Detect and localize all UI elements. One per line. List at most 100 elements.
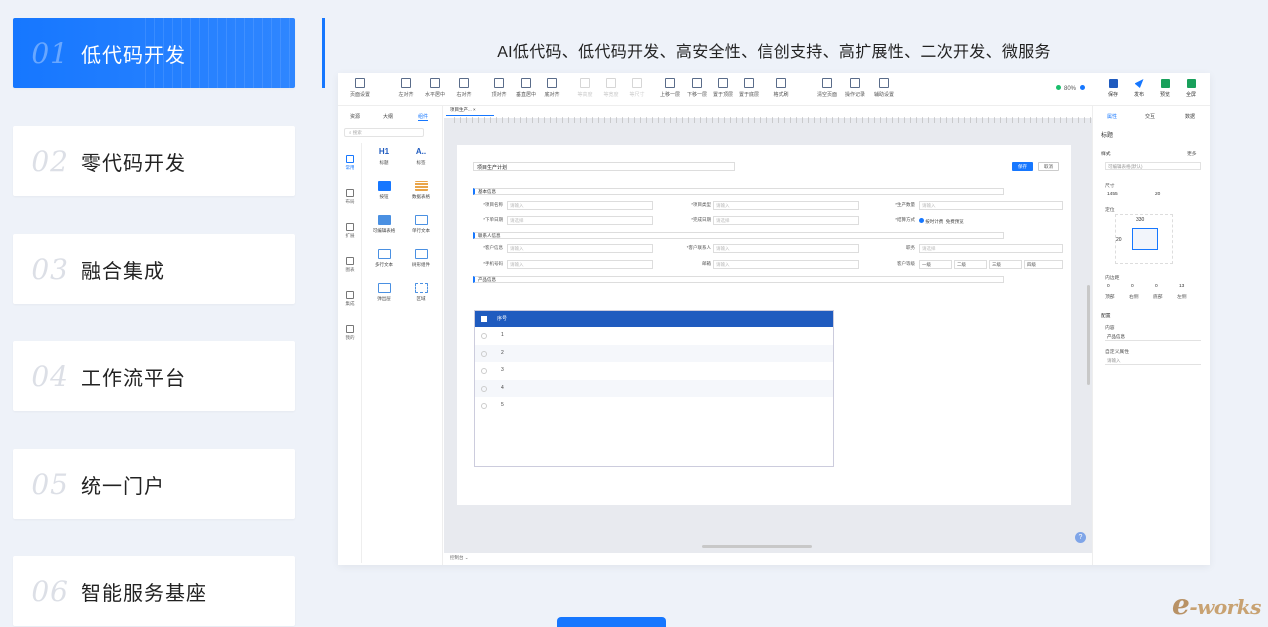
table-row[interactable]: 4 [475, 379, 833, 397]
table-row[interactable]: 1 [475, 327, 833, 345]
document-tab[interactable]: 项目生产... × [446, 107, 494, 116]
nav-item-ai-service[interactable]: 06 智能服务基座 [13, 556, 295, 626]
row-checkbox[interactable] [481, 333, 487, 339]
component-region[interactable]: 区域 [408, 283, 434, 302]
publish-button[interactable]: 发布 [1126, 79, 1152, 98]
table-row[interactable]: 3 [475, 362, 833, 380]
move-up-button[interactable]: 上移一层 [655, 78, 685, 98]
fullscreen-button[interactable]: 全屏 [1178, 79, 1204, 98]
nav-item-portal[interactable]: 05 统一门户 [13, 449, 295, 519]
height-value[interactable]: 20 [1155, 192, 1160, 197]
table-style-select[interactable]: 可编辑表格(默认) [1105, 162, 1201, 170]
preview-button[interactable]: 预览 [1152, 79, 1178, 98]
guides-button[interactable]: 辅助设置 [869, 78, 899, 98]
content-input[interactable]: 产品信息 [1105, 333, 1201, 341]
padding-label: 内边距 [1105, 276, 1120, 281]
align-bottom-button[interactable]: 底对齐 [537, 78, 567, 98]
position-select[interactable]: 请选择 [919, 244, 1063, 253]
console-tab[interactable]: 控制台 ⌄ [450, 555, 469, 561]
component-search-input[interactable]: ⌕ 搜索 [344, 128, 424, 137]
clear-page-button[interactable]: 清空页面 [812, 78, 842, 98]
component-data-table[interactable]: 数据表格 [408, 181, 434, 200]
tab-components[interactable]: 组件 [418, 113, 429, 121]
custom-attr-input[interactable]: 请输入 [1105, 357, 1201, 365]
position-box[interactable]: 330 20 [1115, 214, 1173, 264]
pad-top-value[interactable]: 0 [1107, 284, 1110, 289]
play-icon [1160, 79, 1170, 88]
tab-properties[interactable]: 属性 [1107, 113, 1117, 120]
page-settings-button[interactable]: 页面设置 [345, 78, 375, 98]
component-tree[interactable]: 树形组件 [408, 249, 434, 268]
customer-contact-input[interactable]: 请输入 [713, 244, 859, 253]
email-input[interactable]: 请输入 [713, 260, 859, 269]
format-brush-button[interactable]: 格式刷 [766, 78, 796, 98]
pad-right-value[interactable]: 0 [1131, 284, 1134, 289]
product-table[interactable]: 序号 1 2 3 4 5 [474, 310, 834, 467]
nav-item-integration[interactable]: 03 融合集成 [13, 234, 295, 304]
tab-data[interactable]: 数据 [1185, 113, 1195, 120]
history-button[interactable]: 操作记录 [840, 78, 870, 98]
table-row[interactable]: 5 [475, 397, 833, 415]
align-right-button[interactable]: 右对齐 [449, 78, 479, 98]
component-multi-line[interactable]: 多行文本 [371, 249, 397, 268]
category-layout[interactable]: 布局 [341, 189, 359, 205]
component-popup[interactable]: 弹出层 [371, 283, 397, 302]
help-icon[interactable]: ? [1075, 532, 1086, 543]
width-value[interactable]: 1455 [1107, 192, 1118, 197]
component-button[interactable]: 按钮 [371, 181, 397, 200]
row-checkbox[interactable] [481, 403, 487, 409]
finish-date-input[interactable]: 请选择 [713, 216, 859, 225]
vertical-scrollbar[interactable] [1087, 285, 1090, 385]
category-mine[interactable]: 我的 [341, 325, 359, 341]
tab-outline[interactable]: 大纲 [383, 113, 393, 120]
category-extension[interactable]: 扩展 [341, 223, 359, 239]
form-page[interactable]: 项目生产计划 保存 取消 基本信息 *项目名称 请输入 *项目类型 请输入 *生… [457, 145, 1071, 505]
form-save-button[interactable]: 保存 [1012, 162, 1033, 171]
pad-left-value[interactable]: 13 [1179, 284, 1184, 289]
level-option[interactable]: 四级 [1024, 260, 1063, 269]
pad-bottom-value[interactable]: 0 [1155, 284, 1158, 289]
category-charts[interactable]: 图表 [341, 257, 359, 273]
save-button[interactable]: 保存 [1100, 79, 1126, 98]
send-to-bottom-button[interactable]: 置于底层 [734, 78, 764, 98]
component-editable-table[interactable]: 可编辑表格 [371, 215, 397, 234]
zoom-settings-icon[interactable] [1080, 85, 1086, 90]
level-option[interactable]: 一级 [919, 260, 952, 269]
settle-radio-group[interactable]: 按时计费 免费预览 [919, 218, 964, 225]
component-title[interactable]: H1 标题 [371, 147, 397, 166]
row-checkbox[interactable] [481, 385, 487, 392]
row-checkbox[interactable] [481, 350, 487, 357]
phone-input[interactable]: 请输入 [507, 260, 653, 269]
nav-item-workflow[interactable]: 04 工作流平台 [13, 341, 295, 411]
align-hcenter-button[interactable]: 水平居中 [420, 78, 450, 98]
level-option[interactable]: 二级 [954, 260, 987, 269]
form-title[interactable]: 项目生产计划 [473, 162, 735, 171]
component-label-text[interactable]: A.. 标签 [408, 147, 434, 166]
zoom-control[interactable]: 80% [1056, 85, 1086, 92]
horizontal-scrollbar[interactable] [702, 545, 812, 548]
form-cancel-button[interactable]: 取消 [1038, 162, 1059, 171]
select-all-checkbox[interactable] [481, 316, 487, 322]
order-date-input[interactable]: 请选择 [507, 216, 653, 225]
component-single-line[interactable]: 单行文本 [408, 215, 434, 234]
tab-interaction[interactable]: 交互 [1145, 113, 1155, 120]
designer-toolbar: 页面设置 左对齐 水平居中 右对齐 顶对齐 垂直居中 底对齐 等高度 等宽度 等… [338, 73, 1210, 106]
align-top-button[interactable]: 顶对齐 [484, 78, 514, 98]
level-option[interactable]: 三级 [989, 260, 1022, 269]
nav-item-low-code[interactable]: 01 低代码开发 [13, 18, 295, 88]
tab-resources[interactable]: 资源 [350, 113, 360, 120]
row-checkbox[interactable] [481, 368, 487, 374]
nav-item-zero-code[interactable]: 02 零代码开发 [13, 126, 295, 196]
align-left-button[interactable]: 左对齐 [391, 78, 421, 98]
equal-size-button[interactable]: 等尺寸 [622, 78, 652, 98]
horizontal-ruler [454, 117, 1092, 123]
more-link[interactable]: 更多 [1187, 150, 1197, 157]
table-row[interactable]: 2 [475, 344, 833, 362]
cta-button[interactable] [557, 617, 666, 627]
project-type-input[interactable]: 请输入 [713, 201, 859, 210]
category-integration[interactable]: 集成 [341, 291, 359, 307]
project-name-input[interactable]: 请输入 [507, 201, 653, 210]
customer-info-input[interactable]: 请输入 [507, 244, 653, 253]
product-qty-input[interactable]: 请输入 [919, 201, 1063, 210]
category-common[interactable]: 常用 [341, 155, 359, 171]
